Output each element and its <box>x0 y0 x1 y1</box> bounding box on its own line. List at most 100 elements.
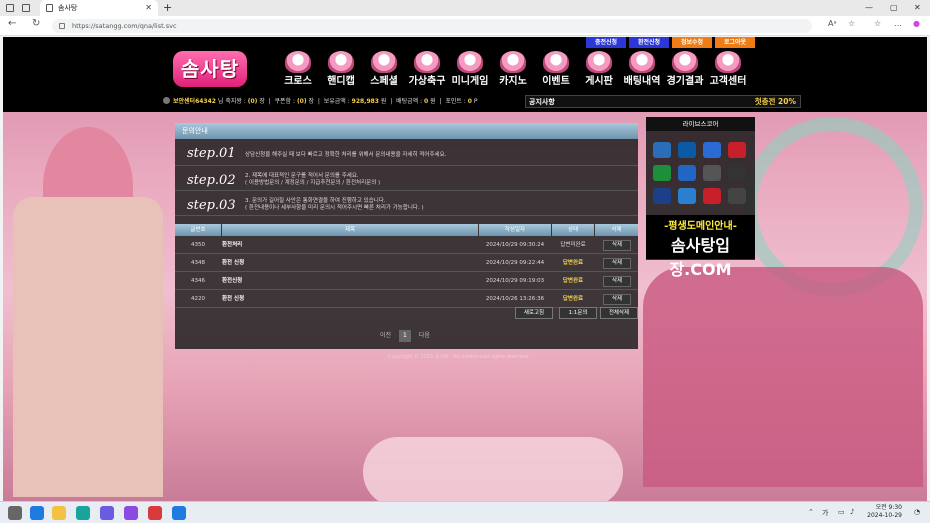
step-2: step.02 2. 제목에 대표적인 문구를 적어서 문의를 주세요. ( 이… <box>175 167 638 191</box>
pagination: 이전 1 다음 <box>380 330 430 342</box>
read-aloud-icon[interactable]: Aᵃ <box>828 19 837 28</box>
start-icon[interactable] <box>30 506 44 520</box>
app-icon[interactable] <box>76 506 90 520</box>
favorite-star-icon[interactable]: ☆ <box>848 19 855 28</box>
livescore-kbo-icon[interactable] <box>678 188 696 204</box>
page-icon <box>46 4 53 12</box>
delete-button[interactable]: 삭제 <box>603 240 631 251</box>
deposit-button[interactable]: 충전신청 <box>586 37 626 48</box>
domain-banner[interactable]: -평생도메인안내- 솜사탕입장.COM <box>646 215 755 279</box>
app-icon[interactable] <box>148 506 162 520</box>
browser-tab-bar: 솜사탕 ✕ + — ▢ ✕ <box>0 0 930 16</box>
row-subject[interactable]: 환전신청 <box>222 273 478 290</box>
tab-title: 솜사탕 <box>58 4 78 12</box>
refresh-icon[interactable]: ↻ <box>32 18 40 29</box>
menu-icon <box>629 51 655 73</box>
edge-icon[interactable] <box>172 506 186 520</box>
next-page-link[interactable]: 다음 <box>419 332 430 339</box>
menu-icon <box>328 51 354 73</box>
browser-tab[interactable]: 솜사탕 ✕ <box>40 0 158 16</box>
menu-icon <box>500 51 526 73</box>
tray-chevron-icon[interactable]: ⌃ <box>808 508 814 516</box>
livescore-fifa-icon[interactable] <box>678 165 696 181</box>
close-tab-icon[interactable]: ✕ <box>145 0 152 16</box>
back-icon[interactable]: ← <box>8 18 16 29</box>
lock-icon <box>59 23 65 29</box>
network-icon[interactable]: ▭ <box>838 508 845 516</box>
delete-all-button[interactable]: 전체삭제 <box>600 307 638 319</box>
menu-icon <box>715 51 741 73</box>
url-text: https://satangg.com/qna/list.svc <box>72 22 177 30</box>
url-field[interactable]: https://satangg.com/qna/list.svc <box>52 19 812 33</box>
window-menu-icon[interactable] <box>6 4 14 12</box>
copilot-icon[interactable]: ● <box>913 19 920 28</box>
livescore-mlb-icon[interactable] <box>653 188 671 204</box>
col-status: 상태 <box>552 224 594 236</box>
menu-icon <box>672 51 698 73</box>
board-title: 문의안내 <box>175 123 638 139</box>
app-icon[interactable] <box>124 506 138 520</box>
livescore-nhl-icon[interactable] <box>728 188 746 204</box>
clock[interactable]: 오전 9:30 2024-10-29 <box>867 504 902 520</box>
livescore-loading-icon[interactable] <box>653 142 671 158</box>
menu-icon <box>414 51 440 73</box>
copyright: Copyright © 2015 솜사탕 · All intellectual … <box>388 354 529 360</box>
refresh-button[interactable]: 새로고침 <box>515 307 553 319</box>
widgets-icon[interactable] <box>8 506 22 520</box>
livescore-uefa-icon[interactable] <box>728 165 746 181</box>
row-subject[interactable]: 환전처리 <box>222 237 478 254</box>
livescore-title: 라이브스코어 <box>646 117 755 131</box>
prev-page-link[interactable]: 이전 <box>380 332 391 339</box>
step-1: step.01 상담신청을 해주실 때 보다 빠르고 정확한 처리를 위해서 문… <box>175 142 638 166</box>
livescore-7m-icon[interactable] <box>678 142 696 158</box>
delete-button[interactable]: 삭제 <box>603 276 631 287</box>
col-subject: 제목 <box>222 224 478 236</box>
table-row[interactable]: 4348 환전 신청 2024/10/29 09:22:44 답변완료 삭제 <box>175 255 638 272</box>
delete-button[interactable]: 삭제 <box>603 258 631 269</box>
file-explorer-icon[interactable] <box>52 506 66 520</box>
more-icon[interactable]: … <box>894 19 902 28</box>
user-info-bar: 보안센터64342 님 죽지왕 : (0) 장 | 쿠폰함 : (0) 장 | … <box>163 96 523 108</box>
livescore-ball-icon[interactable] <box>703 165 721 181</box>
page-1[interactable]: 1 <box>398 330 411 342</box>
withdraw-button[interactable]: 환전신청 <box>629 37 669 48</box>
logout-button[interactable]: 로그아웃 <box>715 37 755 48</box>
menu-icon <box>543 51 569 73</box>
table-row[interactable]: 4350 환전처리 2024/10/29 09:30:24 답변미완료 삭제 <box>175 237 638 254</box>
address-bar-row: ← ↻ https://satangg.com/qna/list.svc Aᵃ … <box>0 16 930 36</box>
menu-customer-center[interactable]: 고객센터 <box>703 51 753 91</box>
minimize-icon[interactable]: — <box>865 0 873 16</box>
delete-button[interactable]: 삭제 <box>603 294 631 305</box>
menu-icon <box>457 51 483 73</box>
discord-icon[interactable] <box>100 506 114 520</box>
notice-ticker[interactable]: 공지사항 첫충전 20% <box>525 95 801 108</box>
table-row[interactable]: 4220 환전 신청 2024/10/26 13:26:36 답변완료 삭제 <box>175 291 638 308</box>
tab-actions-icon[interactable] <box>22 4 30 12</box>
livescore-nowgoal-icon[interactable] <box>653 165 671 181</box>
volume-icon[interactable]: ♪ <box>850 508 854 516</box>
site-logo[interactable]: 솜사탕 <box>173 51 247 87</box>
qna-board: 문의안내 step.01 상담신청을 해주실 때 보다 빠르고 정확한 처리를 … <box>175 123 638 349</box>
maximize-icon[interactable]: ▢ <box>890 0 898 16</box>
row-subject[interactable]: 환전 신청 <box>222 255 478 272</box>
site-header: 충전신청 환전신청 정보수정 로그아웃 솜사탕 크로스 핸디캡 스페셜 가상축구… <box>3 37 927 112</box>
new-tab-button[interactable]: + <box>163 0 172 16</box>
inquiry-button[interactable]: 1:1문의 <box>559 307 597 319</box>
menu-icon <box>586 51 612 73</box>
table-row[interactable]: 4346 환전신청 2024/10/29 09:19:03 답변완료 삭제 <box>175 273 638 290</box>
edit-profile-button[interactable]: 정보수정 <box>672 37 712 48</box>
col-number: 글번호 <box>175 224 221 236</box>
livescore-bet365-icon[interactable] <box>728 142 746 158</box>
user-level-icon <box>163 97 170 104</box>
web-page: 충전신청 환전신청 정보수정 로그아웃 솜사탕 크로스 핸디캡 스페셜 가상축구… <box>3 37 927 501</box>
promo-text: 첫충전 20% <box>754 97 796 106</box>
livescore-nba-icon[interactable] <box>703 188 721 204</box>
favorites-icon[interactable]: ☆ <box>874 19 881 28</box>
row-subject[interactable]: 환전 신청 <box>222 291 478 308</box>
bg-cake <box>643 267 923 487</box>
livescore-site-icon[interactable] <box>703 142 721 158</box>
notice-title: 공지사항 <box>529 98 555 106</box>
ime-icon[interactable]: 가 <box>822 508 828 518</box>
close-window-icon[interactable]: ✕ <box>914 0 921 16</box>
notification-icon[interactable]: ◔ <box>914 508 920 516</box>
